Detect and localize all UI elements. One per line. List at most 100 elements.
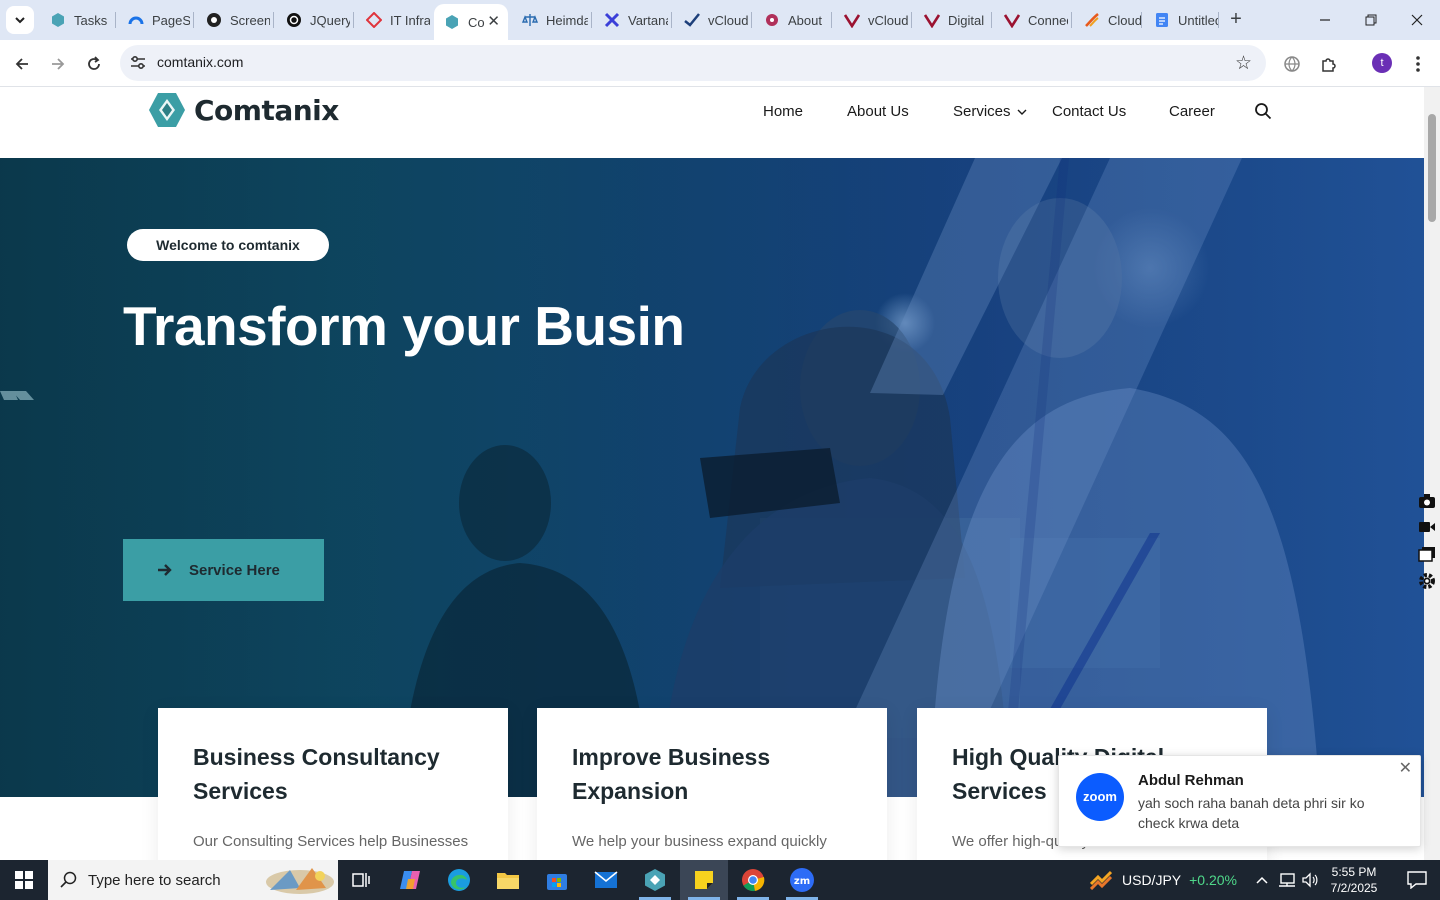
- scale-icon: [522, 12, 538, 28]
- tab-about[interactable]: About: [754, 5, 828, 35]
- search-icon[interactable]: [1254, 102, 1272, 120]
- edge-app[interactable]: [435, 860, 483, 900]
- back-button[interactable]: [8, 50, 36, 78]
- restore-button[interactable]: [1348, 0, 1394, 40]
- gauge-icon: [128, 12, 144, 28]
- start-button[interactable]: [0, 860, 48, 900]
- task-view-button[interactable]: [336, 860, 384, 900]
- swoosh-icon: [1084, 12, 1100, 28]
- chrome-app[interactable]: [729, 860, 777, 900]
- chevron-down-icon: [15, 17, 25, 24]
- service-card[interactable]: Business Consultancy Services Our Consul…: [158, 708, 508, 860]
- reload-button[interactable]: [80, 50, 108, 78]
- tab-search-button[interactable]: [6, 6, 34, 34]
- tab-pagespeed[interactable]: PageSpeed: [118, 5, 190, 35]
- notification-sender: Abdul Rehman: [1138, 772, 1244, 789]
- tab-jquery[interactable]: JQuery: [276, 5, 350, 35]
- nav-home[interactable]: Home: [763, 103, 803, 120]
- scrollbar-thumb[interactable]: [1428, 114, 1436, 222]
- hex-icon: [645, 869, 665, 891]
- close-window-button[interactable]: [1394, 0, 1440, 40]
- microsoft-store-app[interactable]: [533, 860, 581, 900]
- notification-message: yah soch raha banah deta phri sir ko che…: [1138, 795, 1365, 831]
- bookmark-star-icon[interactable]: ☆: [1235, 52, 1252, 75]
- doc-icon: [1154, 12, 1170, 28]
- close-icon[interactable]: ✕: [1399, 758, 1412, 778]
- network-button[interactable]: [1275, 860, 1299, 900]
- check-icon: [684, 12, 700, 28]
- action-center-button[interactable]: [1394, 860, 1440, 900]
- nav-services-label: Services: [953, 103, 1011, 120]
- zoom-notification[interactable]: zoom Abdul Rehman yah soch raha banah de…: [1058, 755, 1421, 847]
- windows-logo-icon: [15, 871, 33, 889]
- welcome-badge: Welcome to comtanix: [127, 229, 329, 261]
- minimize-icon: [1320, 19, 1330, 21]
- service-card-desc: Our Consulting Services help Businesses: [193, 833, 469, 850]
- new-tab-button[interactable]: +: [1224, 8, 1248, 32]
- tab-untitled[interactable]: Untitled: [1144, 5, 1218, 35]
- minimize-button[interactable]: [1302, 0, 1348, 40]
- site-header: Comtanix Home About Us Services Contact …: [0, 87, 1424, 158]
- reload-icon: [88, 56, 100, 70]
- tab-comtanix-active[interactable]: Co ✕: [434, 4, 508, 40]
- store-icon: [547, 874, 567, 890]
- camera-icon[interactable]: [1416, 490, 1438, 512]
- close-icon[interactable]: ✕: [487, 12, 500, 30]
- nav-contact-us[interactable]: Contact Us: [1052, 103, 1126, 120]
- url-text[interactable]: comtanix.com: [157, 54, 243, 70]
- ticker-change: +0.20%: [1189, 872, 1237, 888]
- tab-heimdal[interactable]: Heimdal: [512, 5, 588, 35]
- service-here-button[interactable]: Service Here: [123, 539, 324, 601]
- sticky-notes-app[interactable]: [680, 860, 728, 900]
- chevron-up-icon: [1256, 876, 1268, 884]
- gear-icon[interactable]: [1416, 570, 1438, 592]
- site-settings-icon[interactable]: [129, 54, 147, 72]
- tab-it-infra[interactable]: IT Infra: [356, 5, 430, 35]
- nav-career[interactable]: Career: [1169, 103, 1215, 120]
- tab-digital[interactable]: Digital: [914, 5, 988, 35]
- zoom-app[interactable]: zm: [778, 860, 826, 900]
- comtanix-app[interactable]: [631, 860, 679, 900]
- tab-strip: Tasks PageSpeed Screenshot JQuery IT Inf…: [0, 0, 1440, 40]
- address-bar[interactable]: comtanix.com ☆: [120, 45, 1266, 81]
- hex-icon: [444, 14, 460, 30]
- tab-tasks[interactable]: Tasks: [40, 5, 112, 35]
- tab-connect[interactable]: Connect: [994, 5, 1068, 35]
- tab-cloud[interactable]: Cloud: [1074, 5, 1148, 35]
- extensions-button[interactable]: [1315, 50, 1343, 78]
- tab-vartana[interactable]: Vartana: [594, 5, 668, 35]
- zoom-logo-icon: zoom: [1076, 773, 1124, 821]
- tab-screenshot[interactable]: Screenshot: [196, 5, 270, 35]
- taskbar-search-box[interactable]: Type here to search: [48, 860, 338, 900]
- brand-name: Comtanix: [194, 93, 339, 127]
- sticky-note-icon: [695, 871, 713, 889]
- service-here-label: Service Here: [189, 561, 280, 579]
- browser-toolbar: comtanix.com ☆: [0, 40, 1440, 87]
- restore-icon: [1365, 14, 1377, 26]
- browser-menu-button[interactable]: [1404, 50, 1432, 78]
- svg-text:zm: zm: [794, 876, 810, 887]
- window-stack-icon[interactable]: [1416, 543, 1438, 565]
- forward-button[interactable]: [44, 50, 72, 78]
- translate-button[interactable]: [1278, 50, 1306, 78]
- copilot-icon: [400, 871, 420, 889]
- copilot-app[interactable]: [386, 860, 434, 900]
- zoom-icon: zm: [790, 868, 814, 892]
- file-explorer-app[interactable]: [484, 860, 532, 900]
- page-scrollbar[interactable]: [1424, 87, 1440, 860]
- video-camera-icon[interactable]: [1416, 516, 1438, 538]
- service-card[interactable]: Improve Business Expansion We help your …: [537, 708, 887, 860]
- tab-vcloud[interactable]: vCloud: [674, 5, 748, 35]
- volume-button[interactable]: [1298, 860, 1322, 900]
- kebab-menu-icon: [1416, 56, 1420, 72]
- site-logo[interactable]: Comtanix: [148, 92, 339, 128]
- mail-app[interactable]: [582, 860, 630, 900]
- profile-avatar[interactable]: t: [1372, 53, 1392, 73]
- tab-vcloud-2[interactable]: vCloud: [834, 5, 908, 35]
- nav-services[interactable]: Services: [953, 103, 1027, 120]
- system-clock[interactable]: 5:55 PM 7/2/2025: [1328, 864, 1380, 896]
- show-hidden-icons-button[interactable]: [1250, 860, 1274, 900]
- nav-about-us[interactable]: About Us: [847, 103, 909, 120]
- clock-date: 7/2/2025: [1330, 881, 1378, 895]
- stock-ticker-widget[interactable]: USD/JPY +0.20%: [1090, 860, 1237, 900]
